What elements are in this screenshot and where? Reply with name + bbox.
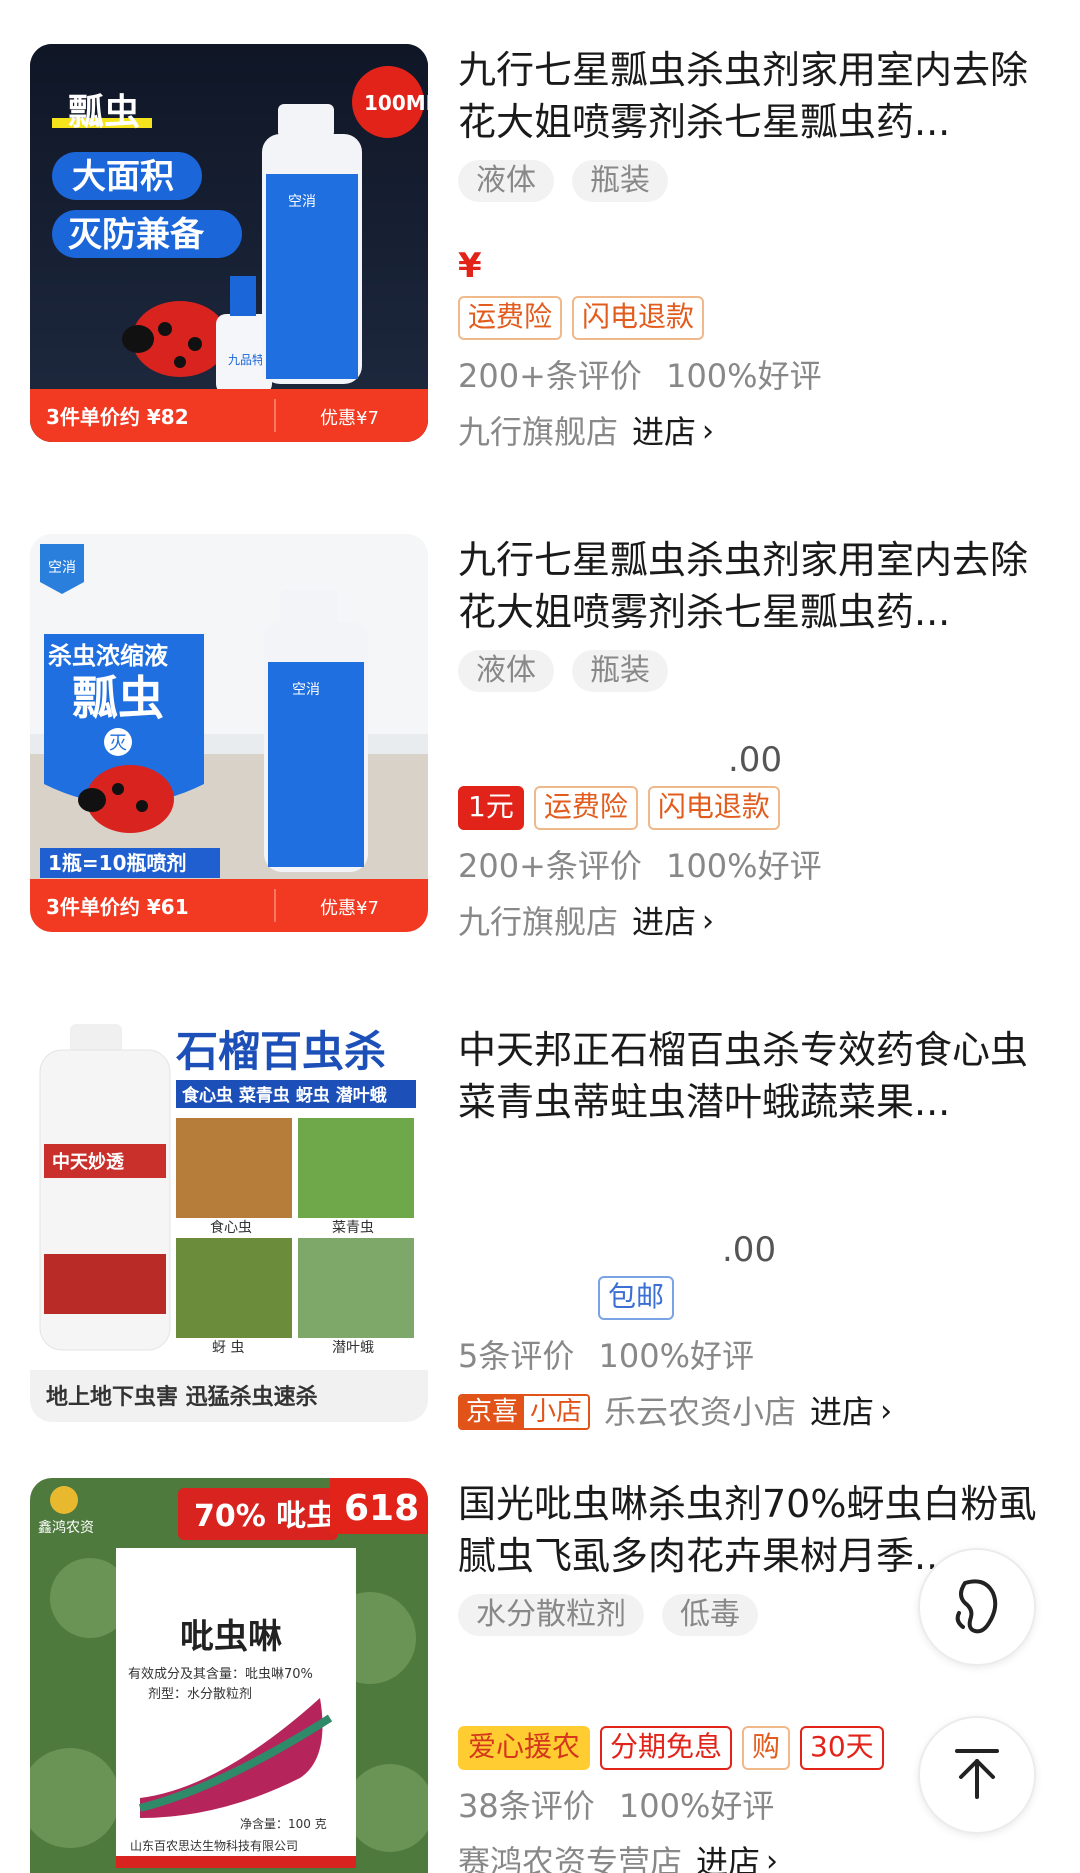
pack-line2: 剂型：水分散粒剂 [148, 1687, 252, 1702]
sprayer-label: 九品特 [228, 352, 264, 367]
volume-badge: 100ML [364, 91, 428, 115]
back-to-top-button[interactable] [918, 1716, 1036, 1834]
good-rate: 100%好评 [598, 1337, 755, 1375]
spec-tag: 液体 [458, 160, 554, 202]
bundle-price: 3件单价约 ¥82 [46, 405, 189, 429]
product-card[interactable]: 鑫鸿农资 70% 吡虫 618 吡虫啉 有效成分及其含量：吡虫啉70% 剂型：水… [0, 1478, 1080, 1873]
product-image[interactable]: 中天妙透 石榴百虫杀 食心虫 菜青虫 蚜虫 潜叶蛾 食心虫 菜青虫 蚜 虫 潜叶… [30, 1024, 428, 1422]
shop-name: 九行旗舰店 [458, 413, 619, 451]
product-card[interactable]: 空消 杀虫浓缩液 瓢虫 灭 空消 1瓶=10瓶喷剂 3件单价约 ¥61 优惠¥7… [0, 534, 1080, 954]
jingxi-badge: 京喜 小店 [458, 1394, 591, 1430]
price: .00 [728, 740, 783, 780]
image-logo: 鑫鸿农资 [38, 1519, 94, 1536]
image-banner: 70% 吡虫 [194, 1499, 336, 1534]
product-card[interactable]: 中天妙透 石榴百虫杀 食心虫 菜青虫 蚜虫 潜叶蛾 食心虫 菜青虫 蚜 虫 潜叶… [0, 1024, 1080, 1444]
good-rate: 100%好评 [618, 1787, 775, 1825]
pack-weight: 净含量：100 克 [240, 1816, 327, 1831]
price: .00 [722, 1230, 777, 1270]
footprint-button[interactable] [918, 1548, 1036, 1666]
enter-shop-link[interactable]: 进店 [696, 1838, 760, 1873]
good-rate: 100%好评 [666, 357, 822, 395]
bottle-label: 空消 [288, 194, 316, 210]
image-headline: 瓢虫 [72, 671, 164, 725]
shop-row[interactable]: 京喜 小店 乐云农资小店 进店 › [458, 1388, 1058, 1436]
pack-company: 山东百农思达生物科技有限公司 [130, 1839, 298, 1853]
discount: 优惠¥7 [320, 408, 379, 429]
enter-shop-link[interactable]: 进店 [632, 408, 696, 456]
image-sub: 灭 [109, 733, 127, 754]
product-title[interactable]: 中天邦正石榴百虫杀专效药食心虫菜青虫蒂蛀虫潜叶蛾蔬菜果... [458, 1024, 1058, 1128]
coupon-badge: 1元 [458, 786, 524, 830]
image-headline: 石榴百虫杀 [176, 1027, 386, 1076]
jingxi-badge-b: 小店 [524, 1396, 589, 1428]
spec-tag: 水分散粒剂 [458, 1594, 644, 1636]
image-line1: 大面积 [72, 157, 174, 197]
bottle-brand: 中天妙透 [52, 1151, 125, 1173]
pack-line1: 有效成分及其含量：吡虫啉70% [128, 1666, 313, 1682]
pest-label: 食心虫 [210, 1219, 252, 1236]
image-strip: 1瓶=10瓶喷剂 [48, 851, 187, 875]
shop-row[interactable]: 九行旗舰店 进店 › [458, 408, 1058, 456]
spec-tag: 低毒 [662, 1594, 758, 1636]
shop-row[interactable]: 九行旗舰店 进店 › [458, 898, 1058, 946]
pest-label: 菜青虫 [332, 1220, 374, 1236]
installment-badge: 分期免息 [600, 1726, 733, 1770]
image-bottom: 地上地下虫害 迅猛杀虫速杀 [46, 1384, 318, 1410]
service-badge: 30天 [800, 1726, 884, 1770]
discount: 优惠¥7 [320, 898, 379, 919]
image-line2: 灭防兼备 [68, 215, 205, 255]
pack-title: 吡虫啉 [180, 1617, 282, 1657]
review-count: 38条评价 [458, 1787, 595, 1825]
footprint-icon [945, 1573, 1009, 1641]
product-image[interactable]: 鑫鸿农资 70% 吡虫 618 吡虫啉 有效成分及其含量：吡虫啉70% 剂型：水… [30, 1478, 428, 1873]
product-title[interactable]: 九行七星瓢虫杀虫剂家用室内去除花大姐喷雾剂杀七星瓢虫药... [458, 44, 1058, 148]
shop-row[interactable]: 赛鸿农资专营店 进店 › [458, 1838, 1058, 1873]
image-headline: 瓢虫 [68, 92, 140, 133]
spec-tag: 瓶装 [572, 160, 668, 202]
back-to-top-icon [947, 1743, 1007, 1807]
service-badge: 闪电退款 [572, 296, 705, 340]
brand-badge: 空消 [48, 560, 76, 576]
chevron-right-icon: › [880, 1394, 893, 1429]
shop-name: 赛鸿农资专营店 [458, 1843, 683, 1873]
price-row: .00 [458, 730, 1058, 786]
image-headline-small: 杀虫浓缩液 [48, 642, 168, 670]
enter-shop-link[interactable]: 进店 [810, 1388, 874, 1436]
bundle-price: 3件单价约 ¥61 [46, 895, 189, 919]
service-badge: 闪电退款 [647, 786, 780, 830]
product-card[interactable]: 瓢虫 大面积 灭防兼备 九品特 空消 100ML [0, 44, 1080, 464]
charity-badge: 爱心援农 [458, 1726, 591, 1770]
spec-tag: 瓶装 [572, 650, 668, 692]
chevron-right-icon: › [702, 414, 715, 449]
chevron-right-icon: › [702, 904, 715, 939]
jingxi-badge-a: 京喜 [460, 1396, 525, 1428]
pest-label: 蚜 虫 [212, 1340, 244, 1356]
pest-label: 潜叶蛾 [332, 1340, 374, 1356]
service-badge: 运费险 [458, 296, 563, 340]
good-rate: 100%好评 [666, 847, 822, 885]
service-badge: 包邮 [598, 1276, 675, 1320]
chevron-right-icon: › [766, 1844, 779, 1873]
promo-618: 618 [344, 1488, 419, 1529]
bottle-label: 空消 [292, 682, 320, 698]
price-row: .00 [458, 1220, 1058, 1276]
spec-tag: 液体 [458, 650, 554, 692]
review-count: 200+条评价 [458, 357, 642, 395]
price: ¥ [458, 246, 482, 286]
pests-bar: 食心虫 菜青虫 蚜虫 潜叶蛾 [182, 1085, 387, 1106]
product-image[interactable]: 空消 杀虫浓缩液 瓢虫 灭 空消 1瓶=10瓶喷剂 3件单价约 ¥61 优惠¥7 [30, 534, 428, 932]
product-title[interactable]: 九行七星瓢虫杀虫剂家用室内去除花大姐喷雾剂杀七星瓢虫药... [458, 534, 1058, 638]
service-badge: 购 [742, 1726, 791, 1770]
price-row: ¥ [458, 240, 1058, 296]
shop-name: 九行旗舰店 [458, 903, 619, 941]
product-image[interactable]: 瓢虫 大面积 灭防兼备 九品特 空消 100ML [30, 44, 428, 442]
shop-name: 乐云农资小店 [604, 1393, 797, 1431]
review-count: 200+条评价 [458, 847, 642, 885]
review-count: 5条评价 [458, 1337, 575, 1375]
enter-shop-link[interactable]: 进店 [632, 898, 696, 946]
service-badge: 运费险 [533, 786, 638, 830]
